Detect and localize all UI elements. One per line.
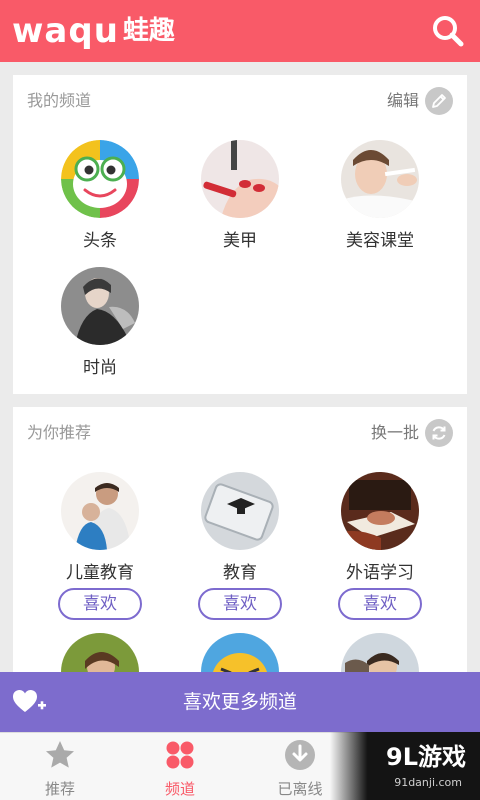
tab-channels-label: 频道: [164, 780, 195, 798]
channel-nail-art[interactable]: 美甲: [170, 140, 310, 252]
star-icon: [46, 741, 74, 768]
like-button[interactable]: 喜欢: [198, 588, 282, 620]
logo-chinese-text: 蛙趣: [122, 16, 175, 46]
beauty-class-thumbnail: [341, 140, 419, 218]
recommend-title: 为你推荐: [27, 423, 92, 442]
app-header: waqu 蛙趣: [0, 0, 480, 62]
like-more-channels-button[interactable]: 喜欢更多频道: [0, 672, 480, 732]
channel-name: 教育: [223, 563, 257, 583]
channel-name: 儿童教育: [66, 563, 134, 583]
fashion-thumbnail: [61, 267, 139, 345]
education-thumbnail: [201, 472, 279, 550]
channel-fashion[interactable]: 时尚: [30, 267, 170, 379]
channel-name: 外语学习: [346, 563, 414, 583]
toutiao-frog-icon: [61, 140, 139, 218]
tab-recommend[interactable]: 推荐: [0, 733, 120, 800]
download-icon: [285, 740, 315, 770]
channel-name: 美甲: [223, 231, 257, 251]
rec-channel-education[interactable]: 教育 喜欢: [170, 472, 310, 620]
channel-name: 时尚: [83, 358, 117, 378]
my-channels-title: 我的频道: [27, 91, 92, 110]
search-icon: [433, 16, 464, 47]
my-channels-card: 我的频道 编辑 头条 美甲 美容课堂 时尚: [13, 75, 467, 394]
refresh-label: 换一批: [370, 423, 419, 442]
logo-latin-text: waqu: [12, 11, 119, 51]
tab-channels[interactable]: 频道: [120, 733, 240, 800]
channel-name: 头条: [83, 231, 117, 251]
channel-name: 美容课堂: [346, 231, 414, 251]
edit-channels-button[interactable]: 编辑: [387, 87, 453, 115]
nail-art-thumbnail: [201, 140, 279, 218]
watermark-url: 91danji.com: [394, 776, 462, 789]
like-button[interactable]: 喜欢: [58, 588, 142, 620]
like-button[interactable]: 喜欢: [338, 588, 422, 620]
waqu-logo: waqu 蛙趣: [12, 10, 175, 52]
recommend-card: 为你推荐 换一批 儿童教育 喜欢 教育 喜欢 外语学习 喜欢: [13, 407, 467, 707]
foreign-language-thumbnail: [341, 472, 419, 550]
channel-beauty-class[interactable]: 美容课堂: [310, 140, 450, 252]
pencil-icon: [425, 87, 453, 115]
refresh-icon: [425, 419, 453, 447]
rec-channel-foreign-language[interactable]: 外语学习 喜欢: [310, 472, 450, 620]
refresh-batch-button[interactable]: 换一批: [371, 419, 453, 447]
grid-dots-icon: [166, 741, 194, 769]
like-more-channels-label: 喜欢更多频道: [182, 691, 297, 713]
search-button[interactable]: [430, 13, 466, 49]
channel-toutiao[interactable]: 头条: [30, 140, 170, 252]
edit-label: 编辑: [386, 91, 419, 110]
child-education-thumbnail: [61, 472, 139, 550]
site-watermark: 9L游戏 91danji.com: [330, 732, 480, 800]
watermark-logo-text: 9L游戏: [386, 743, 466, 771]
tab-recommend-label: 推荐: [44, 780, 75, 798]
rec-channel-child-education[interactable]: 儿童教育 喜欢: [30, 472, 170, 620]
heart-plus-icon: [13, 690, 46, 712]
